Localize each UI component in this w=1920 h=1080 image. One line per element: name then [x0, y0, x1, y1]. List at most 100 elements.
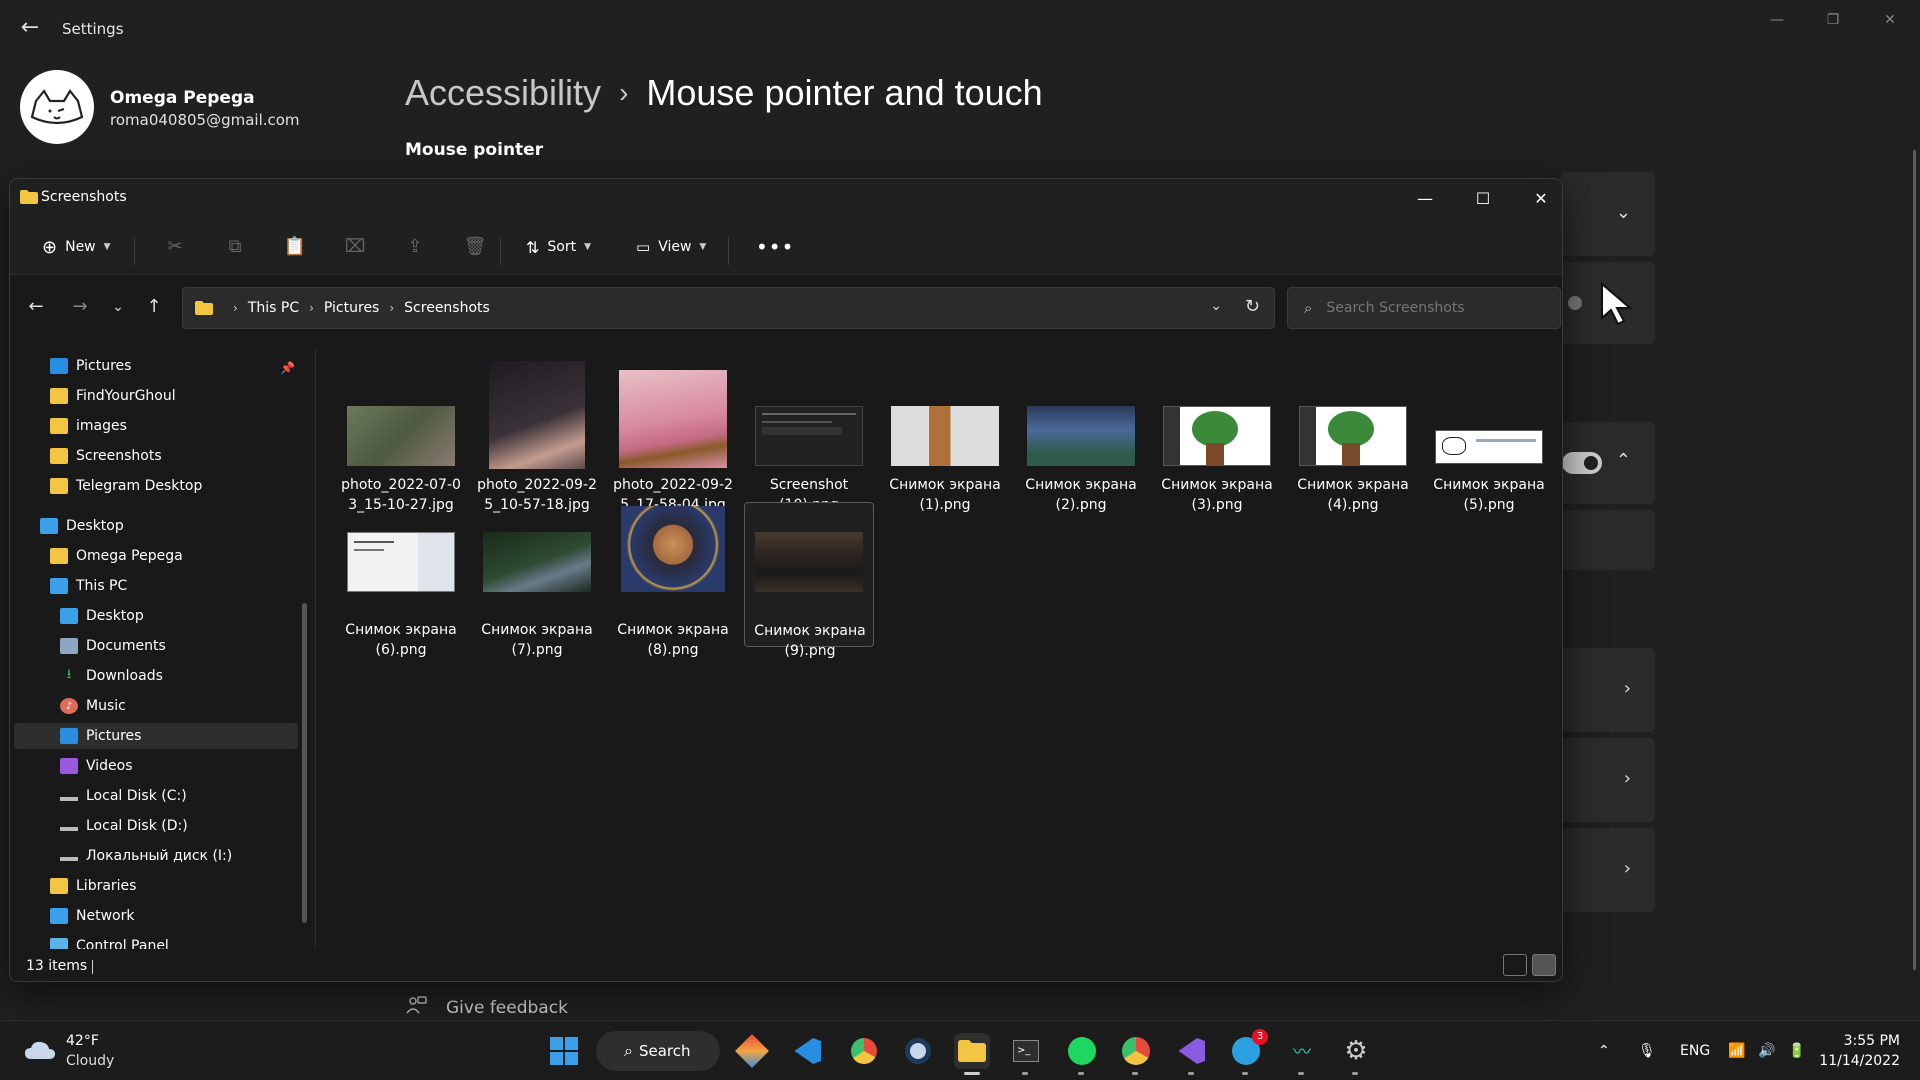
details-view-icon[interactable]	[1503, 954, 1527, 976]
weather-condition[interactable]: Cloudy	[66, 1053, 114, 1069]
avatar[interactable]	[20, 70, 94, 144]
paste-icon[interactable]: 📋	[283, 235, 307, 259]
taskbar-search-button[interactable]: ⌕ Search	[596, 1031, 720, 1071]
radio-icon[interactable]	[1568, 296, 1582, 310]
sidebar-item-telegram-desktop[interactable]: Telegram Desktop	[50, 473, 202, 499]
weather-temperature[interactable]: 42°F	[66, 1033, 99, 1049]
git-app-icon[interactable]	[734, 1033, 770, 1069]
sidebar-item-local-disk-i[interactable]: Локальный диск (I:)	[60, 843, 232, 869]
file-item[interactable]: Снимок экрана (2).png	[1016, 357, 1146, 513]
breadcrumb-screenshots[interactable]: Screenshots	[404, 300, 490, 316]
settings-card-link-2[interactable]: ›	[1560, 738, 1655, 822]
sidebar-item-downloads[interactable]: ⭳ Downloads	[60, 663, 163, 689]
address-bar[interactable]: › This PC › Pictures › Screenshots ⌄ ↻	[182, 287, 1275, 329]
up-arrow-icon[interactable]: ↑	[138, 291, 170, 323]
view-button[interactable]: ▭ View ▼	[628, 231, 714, 263]
sidebar-item-pictures[interactable]: Pictures	[14, 723, 298, 749]
start-button[interactable]	[546, 1033, 582, 1069]
show-hidden-icons[interactable]: ⌃	[1598, 1021, 1610, 1080]
explorer-titlebar[interactable]: Screenshots — ☐ ✕	[10, 179, 1562, 219]
new-button[interactable]: ⊕ New ▼	[34, 231, 119, 263]
file-item[interactable]: Снимок экрана (7).png	[472, 502, 602, 658]
sidebar-item-music[interactable]: ♪ Music	[60, 693, 126, 719]
chevron-right-icon[interactable]: ›	[309, 301, 314, 315]
clock[interactable]: 3:55 PM 11/14/2022	[1819, 1031, 1900, 1071]
search-box[interactable]: ⌕	[1287, 287, 1561, 329]
chevron-right-icon[interactable]: ›	[233, 301, 238, 315]
sidebar-item-network[interactable]: Network	[50, 903, 134, 929]
sidebar-item-libraries[interactable]: Libraries	[50, 873, 136, 899]
chevron-right-icon[interactable]: ›	[389, 301, 394, 315]
battery-icon[interactable]: 🔋	[1788, 1021, 1805, 1080]
sidebar-item-local-disk-d[interactable]: Local Disk (D:)	[60, 813, 188, 839]
settings-card-link-1[interactable]: ›	[1560, 648, 1655, 732]
recent-locations-icon[interactable]: ⌄	[102, 291, 134, 323]
restore-icon[interactable]: ❐	[1813, 8, 1853, 32]
terminal-icon[interactable]: >_	[1008, 1033, 1044, 1075]
chrome-icon[interactable]	[1118, 1033, 1154, 1075]
sidebar-item-images[interactable]: images	[50, 413, 127, 439]
settings-card-touch-indicator[interactable]: ⌃	[1560, 422, 1655, 504]
sidebar-item-videos[interactable]: Videos	[60, 753, 133, 779]
more-options-icon[interactable]: •••	[748, 231, 802, 263]
settings-card-pointer-style[interactable]: ⌄	[1560, 172, 1655, 256]
back-arrow-icon[interactable]: ←	[18, 16, 42, 40]
sidebar-item-desktop-root[interactable]: Desktop	[40, 513, 124, 539]
share-icon[interactable]: ⇪	[403, 235, 427, 259]
pin-icon[interactable]: 📌	[280, 361, 295, 375]
volume-icon[interactable]: 🔊	[1758, 1021, 1775, 1080]
close-icon[interactable]: ✕	[1870, 8, 1910, 32]
rename-icon[interactable]: ⌧	[343, 235, 367, 259]
steam-icon[interactable]	[900, 1033, 936, 1069]
file-item[interactable]: Снимок экрана (5).png	[1424, 357, 1554, 513]
search-input[interactable]	[1326, 300, 1527, 316]
file-item[interactable]: photo_2022-09-2 5_17-58-04.jpg	[608, 357, 738, 513]
file-item[interactable]: Снимок экрана (8).png	[608, 502, 738, 658]
sidebar-item-control-panel[interactable]: Control Panel	[50, 933, 169, 949]
settings-card-option[interactable]	[1560, 510, 1655, 570]
breadcrumb-parent[interactable]: Accessibility	[405, 72, 601, 113]
chevron-down-icon[interactable]: ⌄	[1210, 298, 1222, 314]
microphone-icon[interactable]: 🎙	[1638, 1021, 1656, 1080]
settings-gear-icon[interactable]: ⚙	[1338, 1033, 1374, 1075]
forward-arrow-icon[interactable]: →	[64, 291, 96, 323]
spotify-icon[interactable]	[1064, 1033, 1100, 1075]
sidebar-item-desktop[interactable]: Desktop	[60, 603, 144, 629]
sidebar-item-screenshots[interactable]: Screenshots	[50, 443, 162, 469]
settings-scrollbar[interactable]	[1913, 150, 1916, 970]
delete-icon[interactable]: 🗑	[463, 235, 487, 259]
breadcrumb-pictures[interactable]: Pictures	[324, 300, 379, 316]
sidebar-item-documents[interactable]: Documents	[60, 633, 166, 659]
file-item[interactable]: Screenshot(10).png	[744, 357, 874, 513]
sort-button[interactable]: ⇅ Sort ▼	[518, 231, 599, 263]
file-item[interactable]: photo_2022-09-2 5_10-57-18.jpg	[472, 357, 602, 513]
give-feedback-link[interactable]: Give feedback	[446, 998, 568, 1018]
file-item[interactable]: photo_2022-07-0 3_15-10-27.jpg	[336, 357, 466, 513]
pane-divider[interactable]	[315, 349, 316, 949]
chevron-up-icon[interactable]: ⌃	[1616, 450, 1631, 471]
chrome-canary-icon[interactable]	[846, 1033, 882, 1069]
sidebar-item-omega-pepega[interactable]: Omega Pepega	[50, 543, 183, 569]
refresh-icon[interactable]: ↻	[1245, 296, 1260, 317]
minimize-icon[interactable]: —	[1757, 8, 1797, 32]
wifi-icon[interactable]: 📶	[1728, 1021, 1745, 1080]
telegram-icon[interactable]: 3	[1228, 1029, 1268, 1075]
large-icons-view-icon[interactable]	[1532, 954, 1556, 976]
vscode-icon[interactable]	[790, 1033, 826, 1069]
file-item-selected[interactable]: Снимок экрана (9).png	[744, 502, 874, 659]
touch-indicator-toggle[interactable]	[1562, 452, 1602, 474]
file-item[interactable]: Снимок экрана (4).png	[1288, 357, 1418, 513]
sidebar-item-local-disk-c[interactable]: Local Disk (C:)	[60, 783, 187, 809]
language-indicator[interactable]: ENG	[1680, 1021, 1710, 1080]
sidebar-item-this-pc[interactable]: This PC	[50, 573, 127, 599]
file-explorer-icon[interactable]	[954, 1033, 990, 1075]
maximize-icon[interactable]: ☐	[1454, 179, 1512, 219]
settings-card-link-3[interactable]: ›	[1560, 828, 1655, 912]
sidebar-scrollbar[interactable]	[302, 603, 307, 923]
sidebar-item-pictures-quick[interactable]: Pictures 📌	[50, 353, 310, 379]
file-item[interactable]: Снимок экрана (1).png	[880, 357, 1010, 513]
close-icon[interactable]: ✕	[1512, 179, 1562, 219]
file-item[interactable]: Снимок экрана (6).png	[336, 502, 466, 658]
cut-icon[interactable]: ✂	[163, 235, 187, 259]
minimize-icon[interactable]: —	[1396, 179, 1454, 219]
